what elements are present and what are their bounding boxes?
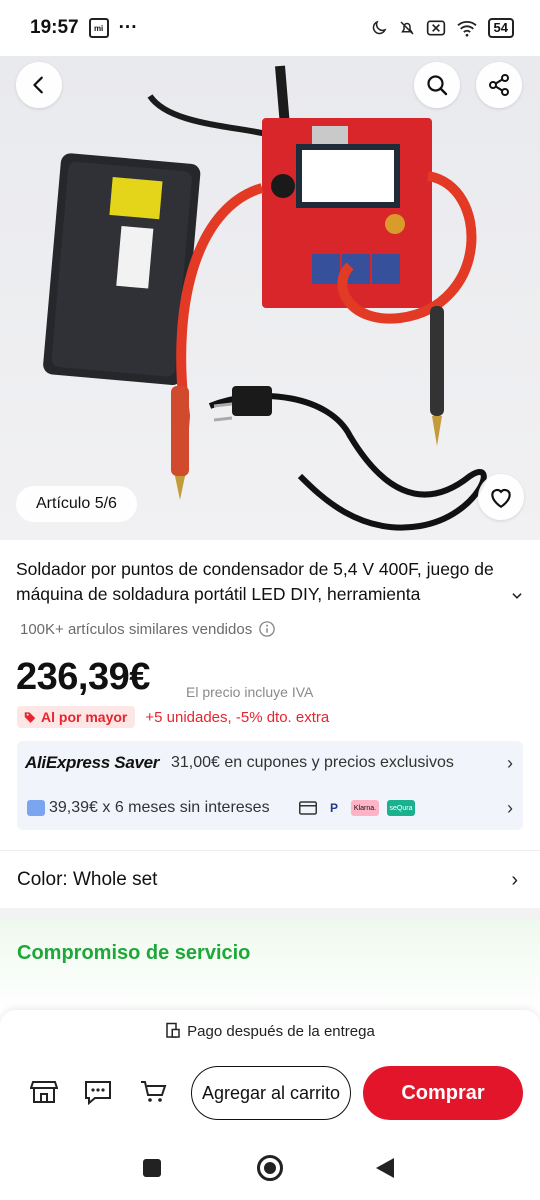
- sold-count: 100K+ artículos similares vendidos: [20, 620, 276, 638]
- cart-button[interactable]: [139, 1078, 167, 1106]
- heart-icon: [491, 488, 511, 509]
- promo-card: AliExpress Saver 31,00€ en cupones y pre…: [17, 741, 523, 830]
- paypal-icon: P: [329, 801, 338, 815]
- price-note: El precio incluye IVA: [186, 684, 314, 700]
- buy-now-button[interactable]: Comprar: [363, 1066, 523, 1120]
- battery-icon: 54: [487, 18, 514, 38]
- status-time: 19:57: [30, 17, 79, 38]
- tag-icon: [24, 712, 36, 723]
- section-divider: [0, 908, 540, 920]
- home-icon[interactable]: [256, 1154, 284, 1182]
- payment-icons: P Klarna. seQura: [299, 800, 415, 816]
- system-nav-bar: [0, 1140, 540, 1200]
- installments-chevron-icon: ›: [507, 797, 513, 818]
- klarna-icon: Klarna.: [351, 800, 379, 816]
- expand-chevron-icon[interactable]: [510, 589, 524, 603]
- search-button[interactable]: [414, 62, 460, 108]
- wholesale-text: +5 unidades, -5% dto. extra: [145, 708, 330, 726]
- store-icon: [30, 1081, 58, 1103]
- color-label: Color: Whole set: [17, 869, 158, 890]
- sim-off-icon: [426, 20, 445, 36]
- share-button[interactable]: [476, 62, 522, 108]
- share-icon: [489, 74, 509, 96]
- more-dots: ···: [118, 17, 138, 38]
- saver-logo: AliExpress Saver: [25, 753, 160, 772]
- info-icon[interactable]: [258, 620, 276, 638]
- color-chevron-icon: ›: [511, 868, 518, 891]
- product-title: Soldador por puntos de condensador de 5,…: [16, 559, 494, 604]
- back-button[interactable]: [16, 62, 62, 108]
- card-icon: [299, 801, 317, 815]
- bottom-action-bar: Pago después de la entrega Agregar al ca…: [0, 1010, 540, 1140]
- saver-row[interactable]: AliExpress Saver 31,00€ en cupones y pre…: [17, 741, 523, 785]
- product-title-block[interactable]: Soldador por puntos de condensador de 5,…: [16, 557, 526, 607]
- color-selector[interactable]: Color: Whole set ›: [0, 850, 540, 909]
- wifi-icon: [456, 21, 477, 37]
- wishlist-button[interactable]: [478, 474, 524, 520]
- sold-text: 100K+ artículos similares vendidos: [20, 620, 253, 638]
- sequra-icon: seQura: [387, 800, 415, 816]
- message-button[interactable]: [84, 1078, 112, 1106]
- service-title: Compromiso de servicio: [17, 942, 251, 964]
- installments-text: 39,39€ x 6 meses sin intereses: [49, 799, 270, 816]
- back-nav-icon[interactable]: [374, 1157, 396, 1179]
- wholesale-badge-label: Al por mayor: [41, 709, 128, 725]
- cart-icon: [141, 1081, 167, 1102]
- service-section[interactable]: Compromiso de servicio: [0, 920, 540, 1020]
- back-icon: [33, 76, 43, 94]
- search-icon: [427, 75, 448, 96]
- receipt-icon: [166, 1022, 180, 1038]
- product-photo: [43, 65, 487, 531]
- store-button[interactable]: [30, 1078, 58, 1106]
- pay-after-delivery: Pago después de la entrega: [0, 1022, 540, 1040]
- mi-icon: mi: [88, 18, 109, 38]
- price: 236,39€: [16, 656, 150, 698]
- pay-after-text: Pago después de la entrega: [187, 1022, 375, 1040]
- add-to-cart-button[interactable]: Agregar al carrito: [191, 1066, 351, 1120]
- chat-icon: [85, 1081, 111, 1105]
- mute-bell-icon: [400, 21, 414, 35]
- saver-text: 31,00€ en cupones y precios exclusivos: [171, 754, 454, 771]
- calendar-icon: [27, 800, 45, 816]
- wholesale-row[interactable]: Al por mayor +5 unidades, -5% dto. extra: [17, 706, 329, 728]
- moon-icon: [372, 20, 386, 35]
- saver-chevron-icon: ›: [507, 752, 513, 773]
- installments-row[interactable]: 39,39€ x 6 meses sin intereses P Klarna.…: [17, 786, 523, 830]
- status-bar: 19:57 mi ··· 54: [0, 0, 540, 56]
- recent-apps-icon[interactable]: [142, 1158, 162, 1178]
- wholesale-badge: Al por mayor: [17, 706, 136, 728]
- product-image-gallery[interactable]: Artículo 5/6: [0, 56, 540, 540]
- image-counter: Artículo 5/6: [16, 486, 137, 522]
